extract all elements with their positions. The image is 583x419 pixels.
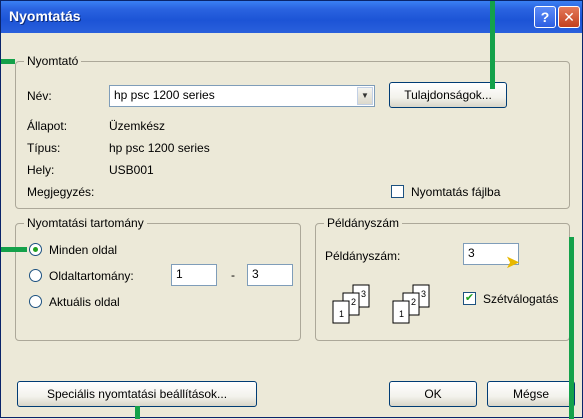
collate-pages-icon: 3 2 1 3 2 1	[332, 284, 430, 324]
collate-label[interactable]: Szétválogatás	[483, 292, 558, 306]
copies-group-label: Példányszám	[324, 216, 403, 230]
current-page-radio[interactable]	[29, 295, 42, 308]
page-number-1b: 1	[399, 309, 404, 319]
printer-name-select[interactable]: hp psc 1200 series ▼	[109, 85, 375, 107]
mouse-cursor-icon: ➤	[505, 252, 521, 272]
window-title: Nyomtatás	[9, 8, 81, 24]
page-range-label[interactable]: Oldaltartomány:	[49, 269, 134, 283]
cancel-button-label: Mégse	[512, 387, 550, 401]
properties-button-label: Tulajdonságok...	[404, 88, 492, 102]
type-value: hp psc 1200 series	[109, 141, 210, 155]
page-number-3b: 3	[421, 289, 426, 299]
pointer-properties	[490, 1, 495, 89]
print-dialog: Nyomtatás ? ✕ Nyomtató Név: hp psc 1200 …	[0, 0, 583, 419]
copies-count-label: Példányszám:	[325, 249, 401, 263]
location-value: USB001	[109, 163, 154, 177]
pointer-copies	[569, 237, 574, 419]
ok-button-label: OK	[424, 387, 442, 401]
current-page-label[interactable]: Aktuális oldal	[49, 295, 120, 309]
close-button[interactable]: ✕	[558, 6, 580, 28]
all-pages-radio[interactable]	[29, 243, 42, 256]
comment-label: Megjegyzés:	[27, 185, 95, 199]
pointer-printer-group	[1, 59, 15, 64]
chevron-down-icon[interactable]: ▼	[357, 87, 373, 105]
status-value: Üzemkész	[109, 119, 166, 133]
print-to-file-checkbox[interactable]	[391, 185, 404, 198]
copies-count-value: 3	[468, 246, 475, 260]
range-from-value: 1	[176, 267, 183, 281]
print-range-group-label: Nyomtatási tartomány	[24, 216, 147, 230]
help-button[interactable]: ?	[534, 6, 556, 28]
collate-checkbox[interactable]: ✔	[463, 292, 476, 305]
close-icon: ✕	[563, 8, 575, 25]
page-number-2a: 2	[351, 297, 356, 307]
range-to-input[interactable]: 3	[247, 264, 293, 286]
range-to-value: 3	[252, 267, 259, 281]
printer-group-label: Nyomtató	[24, 54, 82, 68]
cancel-button[interactable]: Mégse	[487, 381, 575, 407]
print-to-file-label[interactable]: Nyomtatás fájlba	[411, 185, 500, 199]
special-settings-button[interactable]: Speciális nyomtatási beállítások...	[17, 381, 257, 407]
status-label: Állapot:	[27, 119, 68, 133]
location-label: Hely:	[27, 163, 55, 177]
type-label: Típus:	[27, 141, 61, 155]
page-number-1a: 1	[339, 309, 344, 319]
page-number-2b: 2	[411, 297, 416, 307]
range-dash: -	[231, 268, 235, 282]
printer-name-value: hp psc 1200 series	[114, 88, 215, 102]
all-pages-label[interactable]: Minden oldal	[49, 243, 117, 257]
printer-name-label: Név:	[27, 89, 52, 103]
ok-button[interactable]: OK	[389, 381, 477, 407]
help-icon: ?	[540, 9, 550, 25]
page-number-3a: 3	[361, 289, 366, 299]
special-settings-label: Speciális nyomtatási beállítások...	[46, 387, 228, 401]
pointer-all-pages	[1, 247, 27, 252]
range-from-input[interactable]: 1	[171, 264, 217, 286]
pointer-special-settings	[135, 406, 140, 419]
page-range-radio[interactable]	[29, 269, 42, 282]
